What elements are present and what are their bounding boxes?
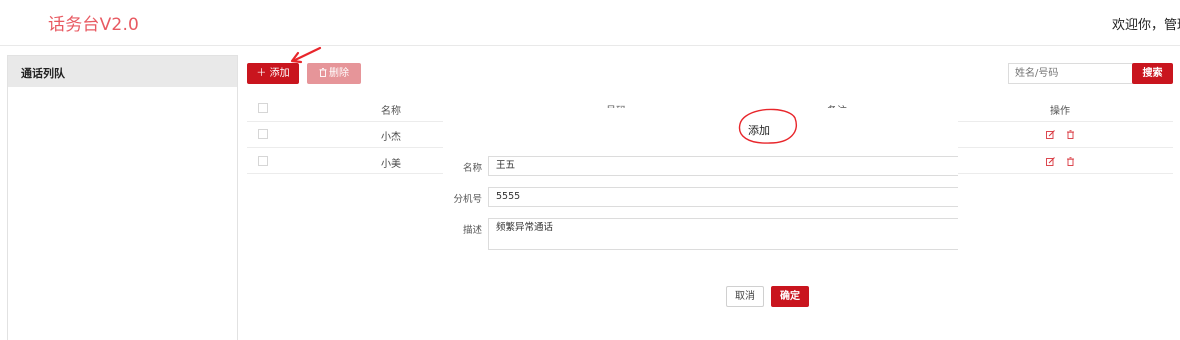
annotation-arrow-icon <box>290 46 322 64</box>
annotation-circle-icon <box>738 108 797 144</box>
annotation-overlay <box>290 46 797 144</box>
